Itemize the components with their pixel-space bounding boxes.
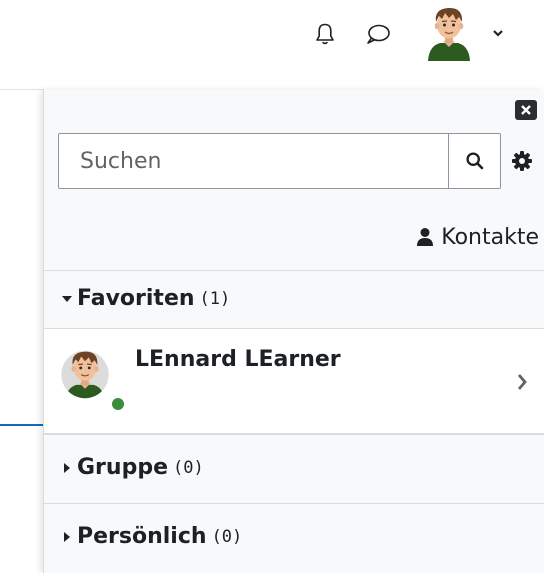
caret-down-icon <box>62 295 72 302</box>
private-count: (0) <box>211 526 243 547</box>
message-drawer: Kontakte Favoriten (1) LEnnard LEarner <box>43 90 544 573</box>
gear-icon[interactable] <box>510 149 534 173</box>
favorites-toggle[interactable]: Favoriten (1) <box>61 286 230 311</box>
favorites-label: Favoriten <box>77 286 195 311</box>
chevron-right-icon <box>514 371 530 393</box>
search-box <box>58 133 501 189</box>
group-count: (0) <box>173 457 204 478</box>
contact-avatar <box>61 350 109 399</box>
contacts-link[interactable]: Kontakte <box>416 222 539 252</box>
search-button[interactable] <box>448 134 501 188</box>
favorites-count: (1) <box>199 288 231 309</box>
private-label: Persönlich <box>77 524 207 549</box>
contact-name: LEnnard LEarner <box>135 347 341 372</box>
section-group: Gruppe (0) <box>44 434 544 504</box>
user-icon <box>417 228 434 246</box>
chevron-down-icon[interactable] <box>486 22 510 44</box>
caret-right-icon <box>64 462 70 473</box>
caret-right-icon <box>64 531 70 542</box>
section-favorites: Favoriten (1) <box>44 270 544 329</box>
chat-bubble-icon[interactable] <box>364 21 392 47</box>
page-underline <box>0 424 44 426</box>
group-toggle[interactable]: Gruppe (0) <box>61 455 204 480</box>
search-input[interactable] <box>59 134 447 188</box>
page-divider <box>0 89 44 90</box>
private-toggle[interactable]: Persönlich (0) <box>61 524 242 549</box>
close-icon[interactable] <box>515 100 537 120</box>
group-label: Gruppe <box>77 455 168 480</box>
contact-item[interactable]: LEnnard LEarner <box>44 328 544 434</box>
search-icon <box>466 152 484 170</box>
top-navbar <box>0 0 544 90</box>
user-avatar[interactable] <box>420 2 478 62</box>
section-private: Persönlich (0) <box>44 503 544 573</box>
contacts-label: Kontakte <box>441 224 539 250</box>
bell-icon[interactable] <box>311 20 339 48</box>
online-status-dot <box>110 396 126 412</box>
